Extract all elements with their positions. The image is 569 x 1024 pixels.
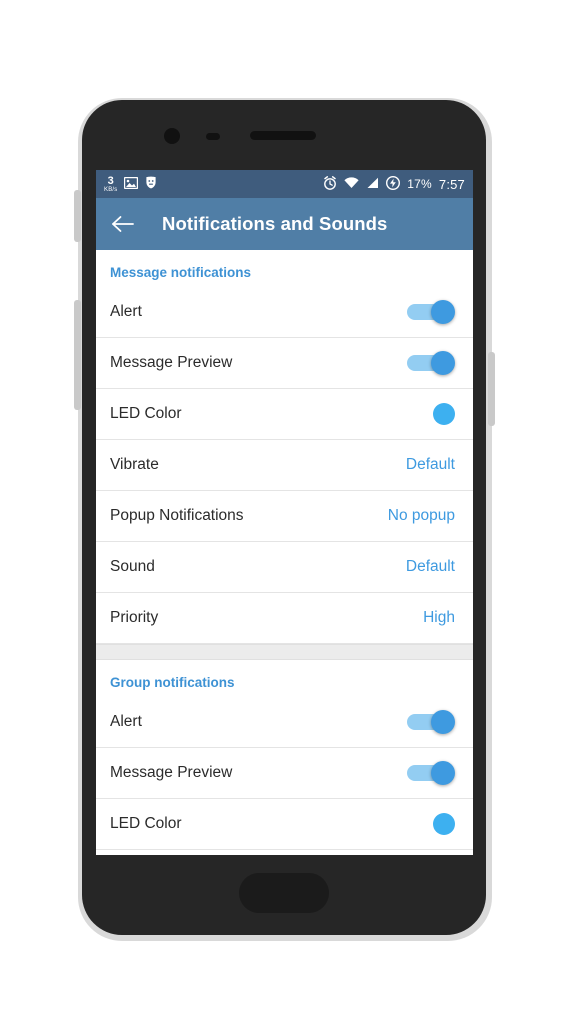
shield-icon — [145, 176, 157, 192]
phone-top-bezel — [82, 100, 486, 172]
row-value: Default — [405, 558, 455, 575]
phone-screen: 3 KB/s 17% 7:57 Notifications and Sounds… — [96, 170, 473, 855]
toggle-thumb — [431, 761, 455, 785]
toggle-thumb — [431, 300, 455, 324]
row-group-message-preview[interactable]: Message Preview — [96, 748, 473, 799]
row-label: LED Color — [110, 405, 182, 422]
led-color-swatch[interactable] — [433, 403, 455, 425]
back-arrow-icon[interactable] — [110, 211, 136, 237]
photo-icon — [124, 176, 139, 192]
section-header-message-notifications: Message notifications — [110, 265, 252, 280]
row-label: Priority — [110, 609, 159, 626]
message-preview-toggle[interactable] — [407, 350, 455, 376]
settings-list[interactable]: Message notifications Alert Message Prev… — [96, 250, 473, 855]
wifi-icon — [344, 176, 359, 192]
signal-icon — [366, 177, 379, 192]
front-camera-icon — [164, 128, 180, 144]
network-speed-unit: KB/s — [104, 186, 118, 193]
row-label: Sound — [110, 558, 155, 575]
clock-label: 7:57 — [438, 176, 465, 192]
row-label: LED Color — [110, 815, 182, 832]
row-alert[interactable]: Alert — [96, 287, 473, 338]
section-header-group-notifications: Group notifications — [110, 675, 235, 690]
row-priority[interactable]: Priority High — [96, 593, 473, 644]
row-vibrate[interactable]: Vibrate Default — [96, 440, 473, 491]
earpiece-speaker-icon — [250, 131, 316, 140]
alarm-icon — [323, 175, 337, 193]
volume-down-button[interactable] — [74, 300, 81, 410]
power-button[interactable] — [488, 352, 495, 426]
toggle-thumb — [431, 710, 455, 734]
toggle-thumb — [431, 351, 455, 375]
status-bar: 3 KB/s 17% 7:57 — [96, 170, 473, 198]
row-value: High — [423, 609, 455, 626]
row-message-preview[interactable]: Message Preview — [96, 338, 473, 389]
network-speed-indicator: 3 KB/s — [104, 174, 118, 193]
battery-percent-label: 17% — [407, 177, 432, 191]
row-sound[interactable]: Sound Default — [96, 542, 473, 593]
app-bar: Notifications and Sounds — [96, 198, 473, 250]
row-led-color[interactable]: LED Color — [96, 389, 473, 440]
home-button[interactable] — [239, 873, 329, 913]
row-label: Alert — [110, 303, 142, 320]
group-led-color-swatch[interactable] — [433, 813, 455, 835]
proximity-sensor-icon — [206, 133, 220, 140]
group-alert-toggle[interactable] — [407, 709, 455, 735]
page-title: Notifications and Sounds — [162, 213, 388, 234]
row-value: No popup — [387, 507, 455, 524]
row-label: Alert — [110, 713, 142, 730]
row-group-led-color[interactable]: LED Color — [96, 799, 473, 850]
volume-up-button[interactable] — [74, 190, 81, 242]
row-group-alert[interactable]: Alert — [96, 697, 473, 748]
row-label: Popup Notifications — [110, 507, 244, 524]
section-divider — [96, 644, 473, 660]
alert-toggle[interactable] — [407, 299, 455, 325]
status-bar-left: 3 KB/s — [104, 174, 157, 193]
row-label: Vibrate — [110, 456, 159, 473]
status-bar-right: 17% 7:57 — [323, 175, 465, 193]
row-popup-notifications[interactable]: Popup Notifications No popup — [96, 491, 473, 542]
network-speed-value: 3 — [107, 174, 114, 187]
battery-charging-icon — [386, 175, 401, 193]
row-label: Message Preview — [110, 764, 233, 781]
row-value: Default — [405, 456, 455, 473]
group-message-preview-toggle[interactable] — [407, 760, 455, 786]
row-label: Message Preview — [110, 354, 233, 371]
